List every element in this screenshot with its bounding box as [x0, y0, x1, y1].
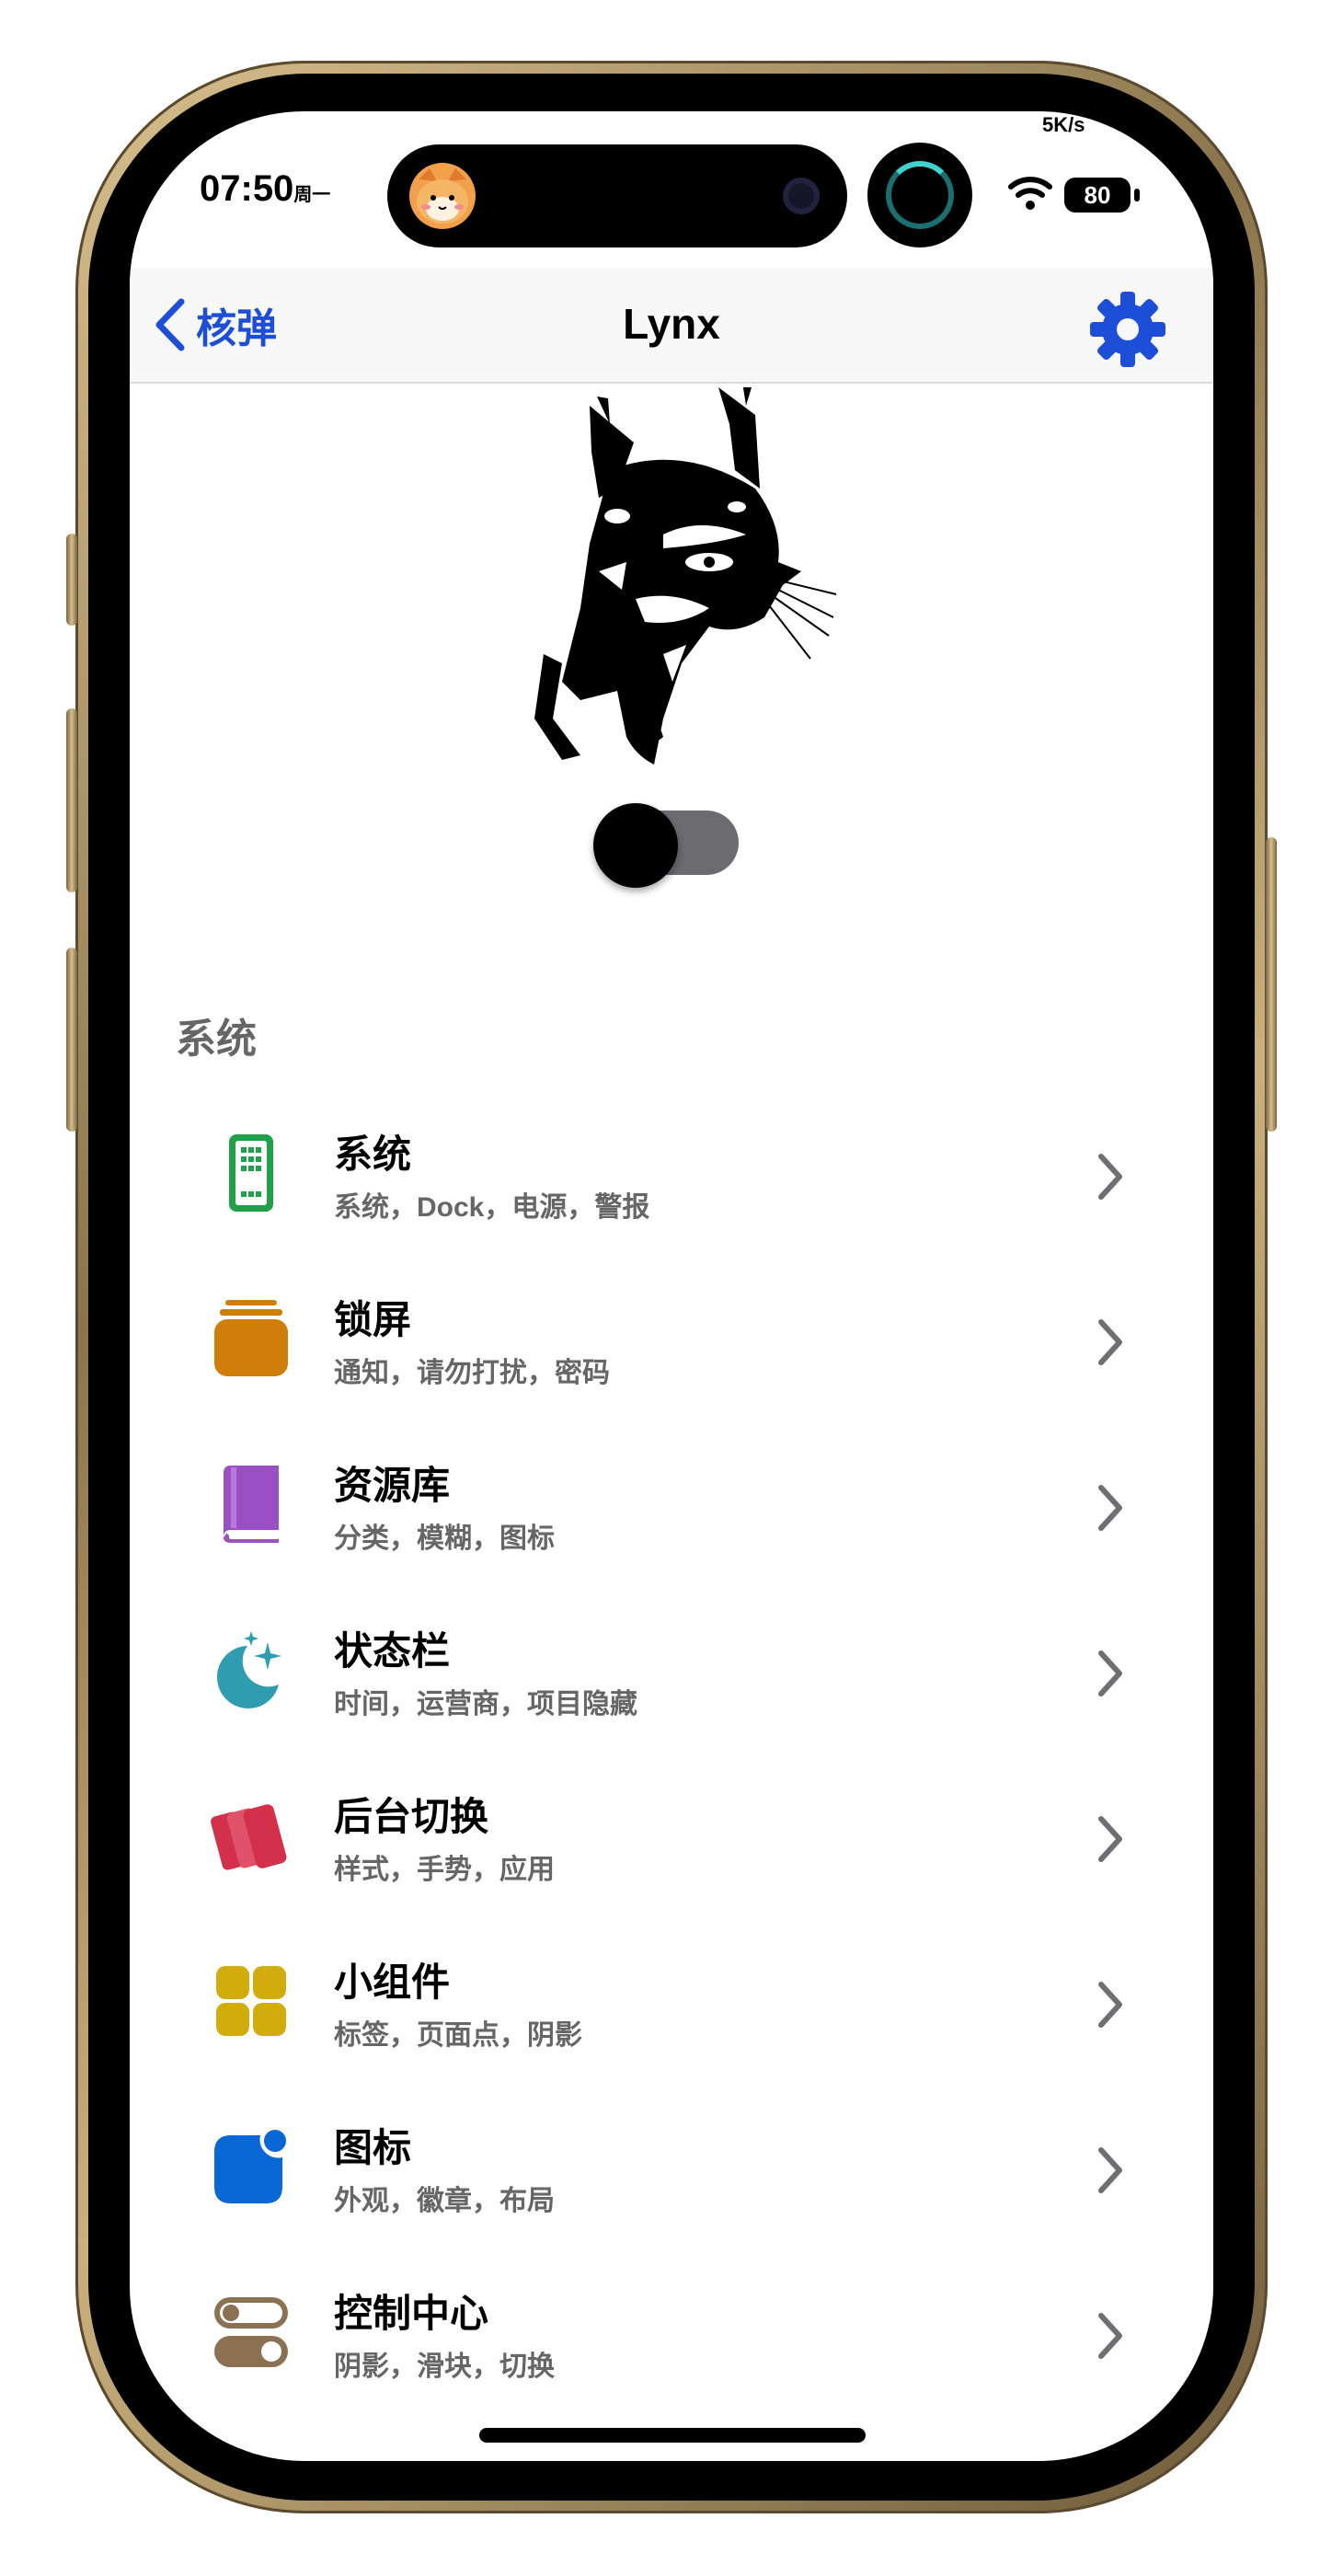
- volume-down-button: [66, 948, 77, 1132]
- master-toggle[interactable]: [593, 803, 739, 888]
- chevron-right-icon: [1098, 1319, 1122, 1365]
- item-subtitle: 外观，徽章，布局: [334, 2186, 555, 2216]
- gear-icon[interactable]: [1088, 290, 1167, 369]
- item-subtitle: 通知，请勿打扰，密码: [334, 1358, 610, 1388]
- chevron-right-icon: [1098, 1816, 1122, 1862]
- settings-list: 系统 系统，Dock，电源，警报 锁屏 通知，请勿打扰，密码 资源库 分类，模糊…: [130, 1096, 1213, 2421]
- item-subtitle: 时间，运营商，项目隐藏: [334, 1689, 637, 1719]
- dynamic-island[interactable]: [387, 144, 847, 247]
- list-item-statusbar[interactable]: 状态栏 时间，运营商，项目隐藏: [130, 1593, 1213, 1758]
- power-button: [1266, 837, 1277, 1132]
- book-icon: [224, 1466, 279, 1543]
- item-title: 图标: [334, 2126, 412, 2169]
- home-indicator[interactable]: [479, 2428, 866, 2443]
- list-item-icons[interactable]: 图标 外观，徽章，布局: [130, 2089, 1213, 2255]
- chevron-right-icon: [1098, 1154, 1122, 1200]
- item-subtitle: 分类，模糊，图标: [334, 1524, 555, 1554]
- chevron-right-icon: [1098, 2147, 1122, 2193]
- item-subtitle: 样式，手势，应用: [334, 1855, 555, 1885]
- app-badge-icon: [214, 2130, 286, 2203]
- list-item-system[interactable]: 系统 系统，Dock，电源，警报: [130, 1096, 1213, 1261]
- item-title: 系统: [334, 1133, 412, 1176]
- moon-stars-icon: [216, 1631, 281, 1708]
- cards-icon: [211, 1804, 287, 1870]
- chevron-right-icon: [1098, 1650, 1122, 1696]
- switches-icon: [214, 2297, 288, 2367]
- lynx-logo: [534, 387, 837, 765]
- section-header: 系统: [176, 1017, 257, 1062]
- item-subtitle: 系统，Dock，电源，警报: [334, 1192, 650, 1223]
- status-time: 07:50周一: [200, 168, 331, 209]
- screen: 07:50周一 5K/s 80 核弹 Lynx 系统 系统 系统，Dock，电源…: [130, 111, 1213, 2461]
- grid-icon: [216, 1966, 286, 2036]
- item-title: 状态栏: [334, 1629, 451, 1673]
- volume-up-button: [66, 708, 77, 892]
- activity-ring: [867, 143, 972, 247]
- action-button: [66, 534, 77, 626]
- chevron-right-icon: [1098, 1485, 1122, 1531]
- item-subtitle: 阴影，滑块，切换: [334, 2352, 555, 2382]
- item-title: 控制中心: [334, 2292, 489, 2335]
- item-title: 后台切换: [334, 1795, 489, 1838]
- toggle-knob: [593, 803, 678, 888]
- list-item-lockscreen[interactable]: 锁屏 通知，请勿打扰，密码: [130, 1261, 1213, 1427]
- chevron-right-icon: [1098, 1982, 1122, 2028]
- battery-tip: [1134, 189, 1140, 201]
- item-title: 锁屏: [334, 1298, 412, 1341]
- network-speed: 5K/s: [1042, 113, 1085, 136]
- battery-indicator: 80: [1064, 178, 1131, 213]
- camera-icon: [783, 178, 820, 214]
- cat-avatar-icon: [409, 163, 476, 229]
- chevron-right-icon: [1098, 2313, 1122, 2359]
- navigation-bar: 核弹 Lynx: [130, 268, 1213, 384]
- list-item-widgets[interactable]: 小组件 标签，页面点，阴影: [130, 1924, 1213, 2089]
- list-item-app-switcher[interactable]: 后台切换 样式，手势，应用: [130, 1758, 1213, 1924]
- stack-icon: [214, 1300, 288, 1376]
- item-title: 小组件: [334, 1961, 451, 2004]
- phone-icon: [229, 1134, 273, 1212]
- list-item-library[interactable]: 资源库 分类，模糊，图标: [130, 1427, 1213, 1593]
- wifi-icon: [1008, 177, 1052, 210]
- item-subtitle: 标签，页面点，阴影: [334, 2020, 582, 2051]
- page-title: Lynx: [623, 300, 720, 348]
- list-item-control-center[interactable]: 控制中心 阴影，滑块，切换: [130, 2255, 1213, 2421]
- item-title: 资源库: [334, 1464, 451, 1507]
- status-weekday: 周一: [293, 185, 331, 205]
